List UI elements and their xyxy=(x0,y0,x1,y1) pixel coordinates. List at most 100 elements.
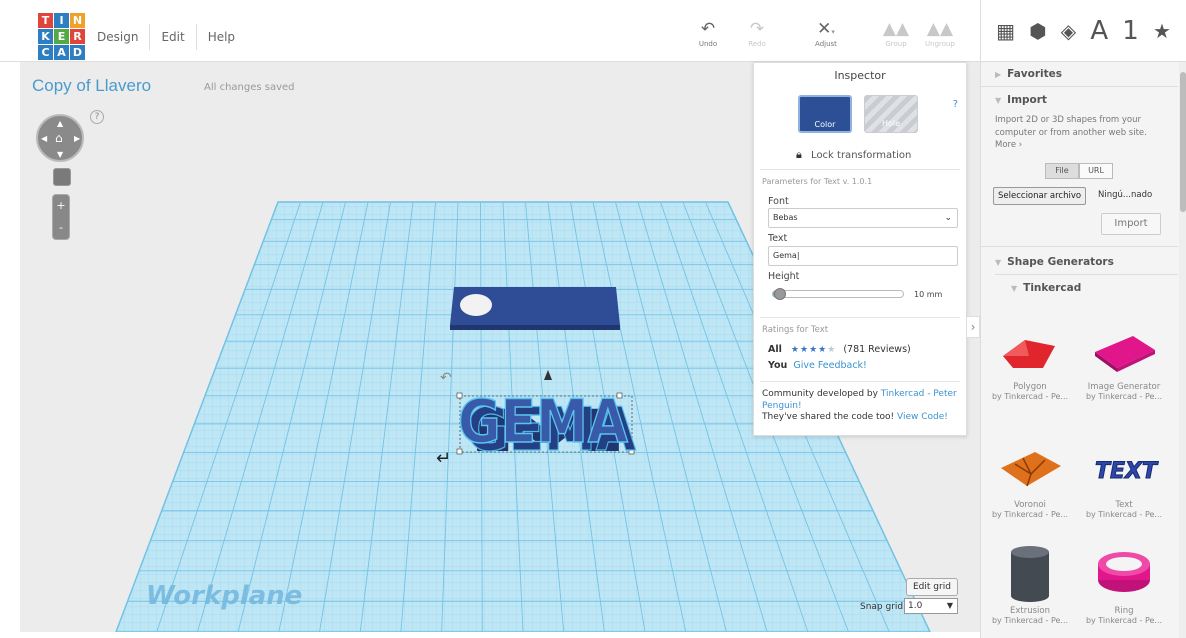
view-cube-icon[interactable] xyxy=(53,168,71,186)
redo-icon: ↷ xyxy=(749,19,765,39)
give-feedback-link[interactable]: Give Feedback! xyxy=(793,360,867,371)
panel-scrollbar-thumb[interactable] xyxy=(1180,72,1186,212)
group-icon: ▲▲ xyxy=(882,19,910,39)
ratings-title: Ratings for Text xyxy=(762,325,829,335)
gem-icon[interactable]: ◈ xyxy=(1061,19,1076,43)
edit-grid-button[interactable]: Edit grid xyxy=(906,578,958,596)
height-slider-thumb[interactable] xyxy=(774,288,786,300)
zoom-control[interactable]: + - xyxy=(52,194,70,240)
tinkercad-subsection-header[interactable]: ▼ Tinkercad xyxy=(1011,282,1081,294)
text-input-value: Gema xyxy=(773,251,797,260)
import-label: Import xyxy=(1007,94,1047,106)
redo-button[interactable]: ↷ Redo xyxy=(735,20,779,48)
generator-author: by Tinkercad - Pe... xyxy=(1085,392,1163,401)
grid-icon[interactable]: ▦ xyxy=(996,19,1015,43)
collapsed-arrow-icon: ▶ xyxy=(995,70,1002,79)
snap-grid-select[interactable]: 1.0 ▼ xyxy=(904,598,958,614)
tab-numbers[interactable]: 1 xyxy=(1122,16,1139,46)
orbit-left-icon[interactable]: ◀ xyxy=(41,134,47,143)
generator-extrusion[interactable]: Extrusion by Tinkercad - Pe... xyxy=(985,542,1075,625)
font-select[interactable]: Bebas ⌄ xyxy=(768,208,958,228)
favorites-section-header[interactable]: ▶ Favorites xyxy=(995,68,1062,80)
star-icon[interactable]: ★ xyxy=(1153,19,1171,43)
lock-transformation-toggle[interactable]: 🔒︎ Lock transformation xyxy=(796,148,911,162)
you-label: You xyxy=(768,360,788,371)
generator-name: Image Generator xyxy=(1087,382,1161,392)
collapse-panel-chevron-icon[interactable]: › xyxy=(966,316,980,338)
rotate-handle-bottom[interactable]: ↵ xyxy=(436,448,451,469)
menu-edit[interactable]: Edit xyxy=(150,24,197,50)
generator-author: by Tinkercad - Pe... xyxy=(991,616,1069,625)
undo-icon: ↶ xyxy=(700,19,716,39)
menu-help[interactable]: Help xyxy=(197,24,246,50)
redo-label: Redo xyxy=(748,40,766,48)
url-tab[interactable]: URL xyxy=(1079,163,1113,179)
menu-design[interactable]: Design xyxy=(86,24,151,50)
hole-label: Hole xyxy=(881,119,901,128)
shape-generators-header[interactable]: ▼ Shape Generators xyxy=(995,256,1114,268)
image-generator-thumbnail xyxy=(1079,318,1169,380)
rating-star-icon: ★ xyxy=(809,345,819,355)
import-more-link[interactable]: More › xyxy=(995,140,1022,150)
logo-letter: C xyxy=(38,45,53,60)
view-navigation-ring[interactable]: ▲ ▼ ◀ ▶ ⌂ xyxy=(36,114,84,162)
import-source-toggle: File URL xyxy=(1045,163,1113,179)
height-label: Height xyxy=(768,271,800,282)
tinkercad-logo[interactable]: TIN KER CAD xyxy=(38,13,86,61)
document-title[interactable]: Copy of Llavero xyxy=(32,76,151,96)
text-thumbnail: TEXT xyxy=(1079,436,1169,498)
height-slider-track[interactable] xyxy=(772,290,904,298)
import-section-header[interactable]: ▼ Import xyxy=(995,94,1047,106)
orbit-down-icon[interactable]: ▼ xyxy=(57,150,63,159)
generator-text[interactable]: TEXT Text by Tinkercad - Pe... xyxy=(1079,436,1169,520)
view-code-link[interactable]: View Code! xyxy=(897,412,948,422)
logo-letter: I xyxy=(54,13,69,28)
generator-name: Text xyxy=(1115,500,1133,510)
inspector-title: Inspector xyxy=(834,69,886,82)
file-tab[interactable]: File xyxy=(1045,163,1079,179)
generator-name: Voronoi xyxy=(1014,500,1046,510)
your-rating-row: You Give Feedback! xyxy=(768,360,867,371)
extrusion-thumbnail xyxy=(985,542,1075,604)
model-text[interactable]: GEMA xyxy=(457,386,629,458)
choose-file-button[interactable]: Seleccionar archivo xyxy=(993,187,1087,205)
chevron-down-icon: ⌄ xyxy=(944,213,952,223)
logo-letter: D xyxy=(70,45,85,60)
view-help-icon[interactable]: ? xyxy=(90,110,104,124)
import-button[interactable]: Import xyxy=(1101,213,1161,235)
adjust-button[interactable]: ✕▾ Adjust xyxy=(804,20,848,48)
view-tabs: ▦ ⬢ ◈ A 1 ★ xyxy=(980,0,1186,62)
undo-label: Undo xyxy=(698,40,718,48)
inspector-panel: Inspector ? Color Hole 🔒︎ Lock transform… xyxy=(753,62,967,436)
zoom-out-icon[interactable]: - xyxy=(53,217,69,239)
text-input[interactable]: Gema| xyxy=(768,246,958,266)
rating-star-icon: ★ xyxy=(799,345,810,355)
zoom-in-icon[interactable]: + xyxy=(53,195,69,217)
inspector-help-icon[interactable]: ? xyxy=(953,99,958,110)
expanded-arrow-icon: ▼ xyxy=(995,258,1002,267)
polygon-thumbnail xyxy=(985,318,1075,380)
orbit-up-icon[interactable]: ▲ xyxy=(57,119,63,128)
generator-image-generator[interactable]: Image Generator by Tinkercad - Pe... xyxy=(1079,318,1169,401)
orbit-right-icon[interactable]: ▶ xyxy=(74,134,80,143)
ungroup-button[interactable]: ▲▲ Ungroup xyxy=(918,20,962,48)
home-icon[interactable]: ⌂ xyxy=(55,131,63,145)
tab-letters[interactable]: A xyxy=(1090,16,1108,46)
community-credit: Community developed by Tinkercad - Peter… xyxy=(762,389,962,424)
snap-grid-value: 1.0 xyxy=(908,601,923,611)
box-icon[interactable]: ⬢ xyxy=(1029,19,1046,43)
voronoi-thumbnail xyxy=(985,436,1075,498)
divider xyxy=(760,317,960,318)
color-swatch-button[interactable]: Color xyxy=(798,95,852,133)
generator-voronoi[interactable]: Voronoi by Tinkercad - Pe... xyxy=(985,436,1075,519)
undo-button[interactable]: ↶ Undo xyxy=(686,20,730,48)
expanded-arrow-icon: ▼ xyxy=(995,96,1002,105)
hole-swatch-button[interactable]: Hole xyxy=(864,95,918,133)
group-button[interactable]: ▲▲ Group xyxy=(874,20,918,48)
generator-ring[interactable]: Ring by Tinkercad - Pe... xyxy=(1079,542,1169,625)
font-value: Bebas xyxy=(773,213,798,222)
rotate-handle-top[interactable]: ↶ xyxy=(440,370,452,386)
divider xyxy=(760,381,960,382)
generator-polygon[interactable]: Polygon by Tinkercad - Pe... xyxy=(985,318,1075,401)
workplane-label: Workplane xyxy=(146,581,302,611)
